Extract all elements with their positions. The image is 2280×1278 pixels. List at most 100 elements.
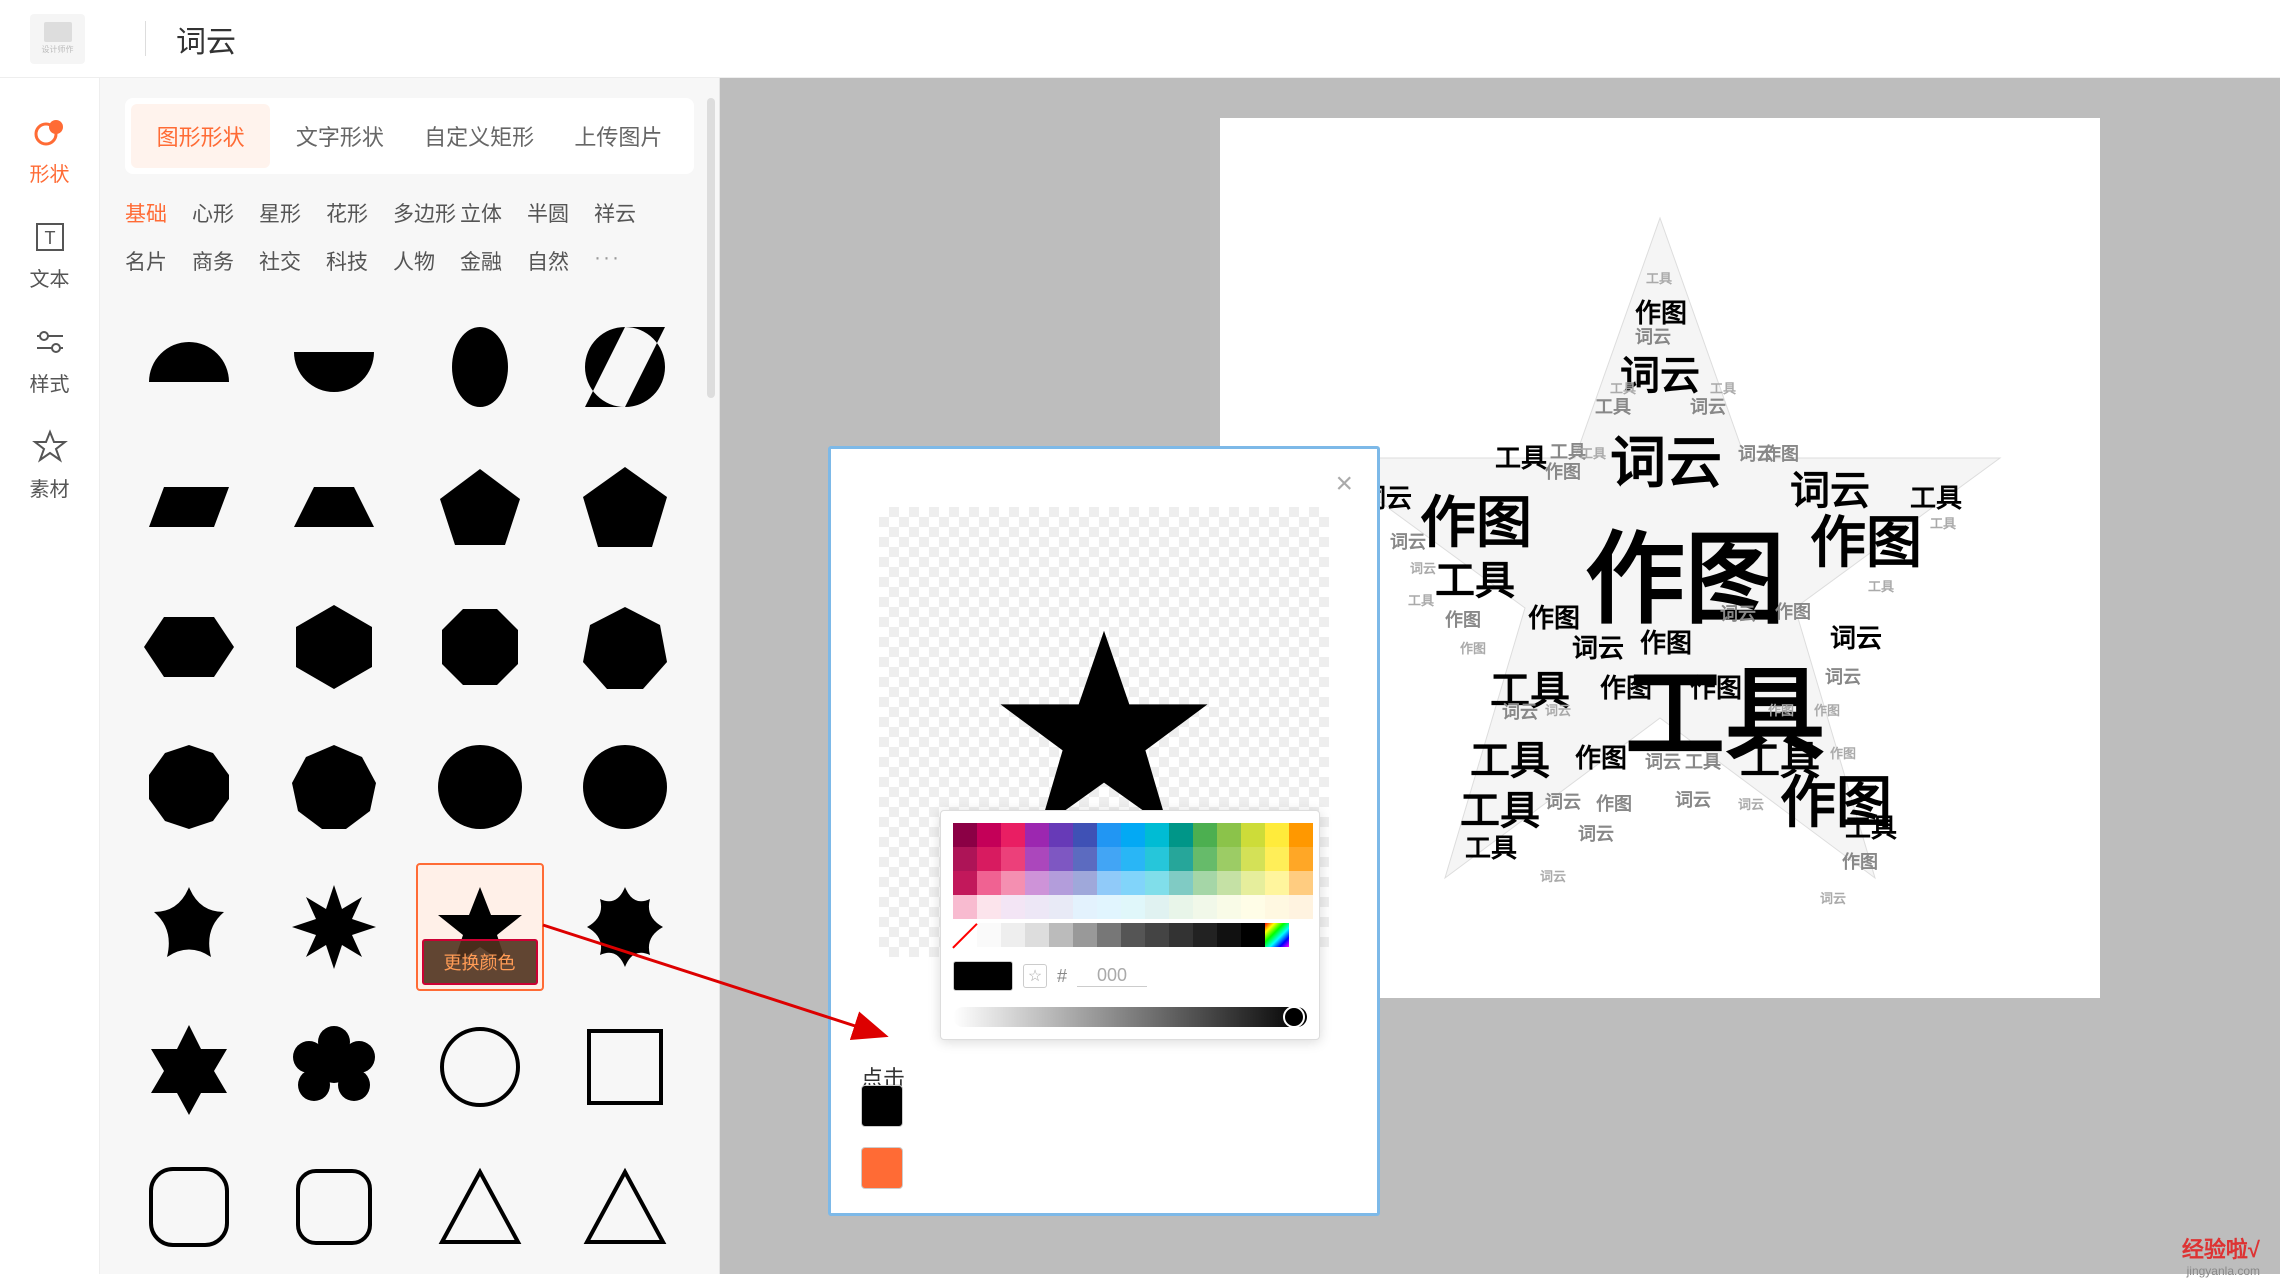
color-swatch[interactable] (1001, 923, 1025, 947)
shape-heptagon[interactable] (561, 583, 689, 711)
color-swatch[interactable] (1169, 923, 1193, 947)
color-swatch[interactable] (977, 871, 1001, 895)
panel-scrollbar[interactable] (707, 98, 715, 398)
color-swatch[interactable] (1049, 823, 1073, 847)
cat-semicircle[interactable]: 半圆 (527, 192, 594, 240)
custom-color-icon[interactable] (1265, 923, 1289, 947)
color-swatch[interactable] (1217, 923, 1241, 947)
color-swatch[interactable] (1025, 923, 1049, 947)
color-swatch[interactable] (1097, 895, 1121, 919)
shape-rounded-square2[interactable] (270, 1143, 398, 1271)
color-swatch[interactable] (1193, 895, 1217, 919)
shape-decagon[interactable] (125, 723, 253, 851)
color-swatch[interactable] (1241, 895, 1265, 919)
hex-input[interactable] (1077, 965, 1147, 987)
color-swatch[interactable] (1265, 823, 1289, 847)
color-swatch[interactable] (953, 847, 977, 871)
shape-dodecagon[interactable] (416, 723, 544, 851)
color-swatch[interactable] (1145, 847, 1169, 871)
color-swatch[interactable] (1145, 871, 1169, 895)
color-swatch[interactable] (1025, 823, 1049, 847)
color-swatch[interactable] (953, 823, 977, 847)
shape-semicircle-down[interactable] (270, 303, 398, 431)
color-swatch[interactable] (1097, 823, 1121, 847)
shape-star6[interactable] (125, 1003, 253, 1131)
color-swatch[interactable] (1025, 871, 1049, 895)
color-swatch[interactable] (953, 871, 977, 895)
cat-social[interactable]: 社交 (259, 240, 326, 288)
cat-more[interactable]: ··· (594, 240, 661, 288)
cat-polygon[interactable]: 多边形 (393, 192, 460, 240)
color-swatch[interactable] (1265, 871, 1289, 895)
color-swatch[interactable] (1121, 871, 1145, 895)
color-swatch[interactable] (1193, 847, 1217, 871)
nav-shape[interactable]: 形状 (0, 98, 99, 203)
color-swatch[interactable] (1001, 871, 1025, 895)
color-swatch[interactable] (1049, 847, 1073, 871)
nav-text[interactable]: T 文本 (0, 203, 99, 308)
cat-nature[interactable]: 自然 (527, 240, 594, 288)
cat-tech[interactable]: 科技 (326, 240, 393, 288)
color-swatch[interactable] (1289, 895, 1313, 919)
color-swatch[interactable] (1217, 871, 1241, 895)
shape-semicircle-up[interactable] (125, 303, 253, 431)
color-swatch[interactable] (1073, 895, 1097, 919)
color-swatch[interactable] (1097, 847, 1121, 871)
shape-hexagon-h[interactable] (125, 583, 253, 711)
no-color-swatch[interactable] (953, 923, 977, 947)
color-swatch[interactable] (1049, 923, 1073, 947)
color-swatch[interactable] (1289, 871, 1313, 895)
shape-star5-selected[interactable]: 更换颜色 (416, 863, 544, 991)
color-swatch[interactable] (1073, 847, 1097, 871)
cat-star[interactable]: 星形 (259, 192, 326, 240)
cat-flower[interactable]: 花形 (326, 192, 393, 240)
color-swatch[interactable] (1145, 823, 1169, 847)
color-swatch[interactable] (1193, 923, 1217, 947)
tab-upload-image[interactable]: 上传图片 (549, 104, 688, 168)
color-swatch[interactable] (1145, 895, 1169, 919)
color-swatch[interactable] (1241, 923, 1265, 947)
shape-nonagon[interactable] (270, 723, 398, 851)
shape-ellipse-v[interactable] (416, 303, 544, 431)
color-swatch[interactable] (1073, 871, 1097, 895)
color-swatch[interactable] (1169, 847, 1193, 871)
color-swatch[interactable] (977, 823, 1001, 847)
color-swatch[interactable] (1001, 847, 1025, 871)
color-swatch[interactable] (1169, 871, 1193, 895)
shape-triangle2[interactable] (561, 1143, 689, 1271)
cat-finance[interactable]: 金融 (460, 240, 527, 288)
nav-material[interactable]: 素材 (0, 413, 99, 518)
color-swatch[interactable] (1169, 823, 1193, 847)
nav-style[interactable]: 样式 (0, 308, 99, 413)
color-swatch[interactable] (1193, 871, 1217, 895)
cat-people[interactable]: 人物 (393, 240, 460, 288)
cat-business[interactable]: 商务 (192, 240, 259, 288)
cat-cloud[interactable]: 祥云 (594, 192, 661, 240)
color-swatch[interactable] (1073, 923, 1097, 947)
shape-polygon-many[interactable] (561, 723, 689, 851)
color-swatch[interactable] (1193, 823, 1217, 847)
color-swatch[interactable] (1121, 923, 1145, 947)
color-swatch[interactable] (1241, 847, 1265, 871)
color-swatch[interactable] (1289, 923, 1313, 947)
color-swatch-orange[interactable] (861, 1147, 903, 1189)
tab-graphic-shape[interactable]: 图形形状 (131, 104, 270, 168)
color-swatch[interactable] (1049, 871, 1073, 895)
color-swatch[interactable] (1265, 895, 1289, 919)
color-swatch[interactable] (1289, 847, 1313, 871)
color-swatch[interactable] (1121, 823, 1145, 847)
close-icon[interactable]: × (1335, 467, 1353, 501)
shape-split-circle[interactable] (561, 303, 689, 431)
color-swatch[interactable] (1025, 895, 1049, 919)
color-swatch[interactable] (1241, 871, 1265, 895)
shape-pentagon[interactable] (416, 443, 544, 571)
color-swatch[interactable] (1097, 871, 1121, 895)
color-swatch[interactable] (1217, 847, 1241, 871)
shape-parallelogram[interactable] (125, 443, 253, 571)
shape-star-rounded[interactable] (125, 863, 253, 991)
color-swatch[interactable] (1169, 895, 1193, 919)
tab-custom-rect[interactable]: 自定义矩形 (410, 104, 549, 168)
shape-hexagon-v[interactable] (270, 583, 398, 711)
shape-trapezoid[interactable] (270, 443, 398, 571)
favorite-color-icon[interactable]: ☆ (1023, 964, 1047, 988)
